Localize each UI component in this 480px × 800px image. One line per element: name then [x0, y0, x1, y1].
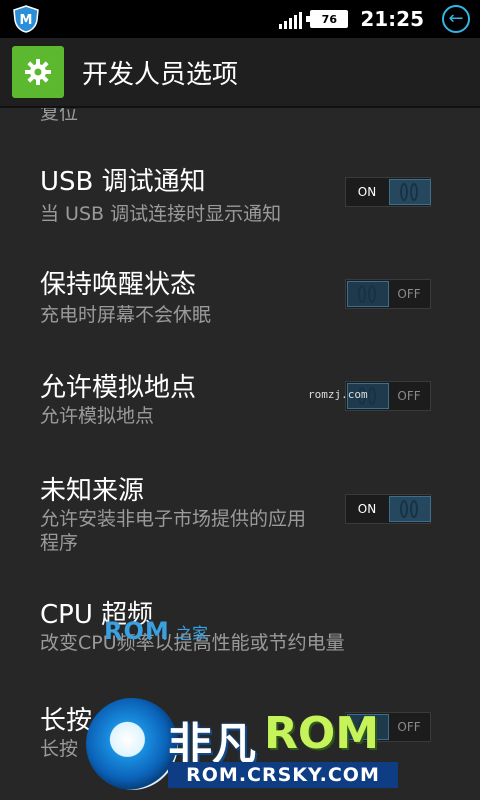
shield-m-icon: M: [13, 5, 39, 33]
setting-mock-location[interactable]: 允许模拟地点 允许模拟地点 OFF: [0, 361, 480, 461]
setting-subtitle: 长按: [40, 738, 79, 760]
battery-level: 76: [321, 12, 337, 26]
setting-cpu-overclock[interactable]: CPU 超频 改变CPU频率以提高性能或节约电量: [0, 588, 480, 678]
usb-debug-notify-toggle[interactable]: ON: [345, 177, 431, 207]
watermark-url: ROM.CRSKY.COM: [168, 762, 398, 788]
setting-stay-awake[interactable]: 保持唤醒状态 充电时屏幕不会休眠 OFF: [0, 256, 480, 356]
watermark-rom-logo-sub: 之家: [176, 624, 209, 643]
setting-title: 保持唤醒状态: [40, 270, 197, 300]
toggle-label: OFF: [397, 287, 421, 301]
partial-item-subtitle: 复位: [40, 108, 79, 124]
toggle-knob: [389, 496, 431, 522]
setting-title: USB 调试通知: [40, 167, 206, 197]
clock: 21:25: [360, 7, 424, 31]
setting-unknown-sources[interactable]: 未知来源 允许安装非电子市场提供的应用 程序 ON: [0, 466, 480, 576]
watermark-rom-logo: ROM: [104, 617, 170, 645]
watermark-crsky-logo: 非凡 ROM ROM.CRSKY.COM: [76, 690, 480, 800]
status-bar: M 76 21:25 ←: [0, 0, 480, 38]
signal-icon: [279, 9, 303, 29]
unknown-sources-toggle[interactable]: ON: [345, 494, 431, 524]
setting-subtitle-line2: 程序: [40, 532, 79, 554]
stay-awake-toggle[interactable]: OFF: [345, 279, 431, 309]
toggle-label: ON: [357, 502, 377, 516]
setting-title: 允许模拟地点: [40, 373, 197, 403]
gear-icon: [25, 59, 51, 85]
battery-icon: 76: [306, 10, 349, 28]
status-icons: 76 21:25 ←: [279, 5, 470, 33]
setting-title: 未知来源: [40, 476, 145, 506]
setting-usb-debug-notify[interactable]: USB 调试通知 当 USB 调试连接时显示通知 ON: [0, 153, 480, 253]
setting-subtitle: 充电时屏幕不会休眠: [40, 304, 212, 326]
toggle-label: ON: [357, 185, 377, 199]
toggle-knob: [347, 281, 389, 307]
watermark-romzj: romzj.com: [308, 388, 368, 401]
crsky-swirl-icon: [86, 698, 178, 790]
setting-subtitle: 当 USB 调试连接时显示通知: [40, 203, 282, 225]
action-bar: 开发人员选项: [0, 38, 480, 108]
page-title: 开发人员选项: [82, 60, 239, 90]
watermark-brand-en: ROM: [264, 708, 380, 759]
setting-subtitle: 允许安装非电子市场提供的应用: [40, 508, 307, 530]
setting-subtitle: 允许模拟地点: [40, 405, 155, 427]
svg-text:M: M: [20, 13, 33, 28]
toggle-label: OFF: [397, 389, 421, 403]
app-icon[interactable]: [12, 46, 64, 98]
toggle-knob: [389, 179, 431, 205]
back-arrow-icon[interactable]: ←: [442, 5, 470, 33]
